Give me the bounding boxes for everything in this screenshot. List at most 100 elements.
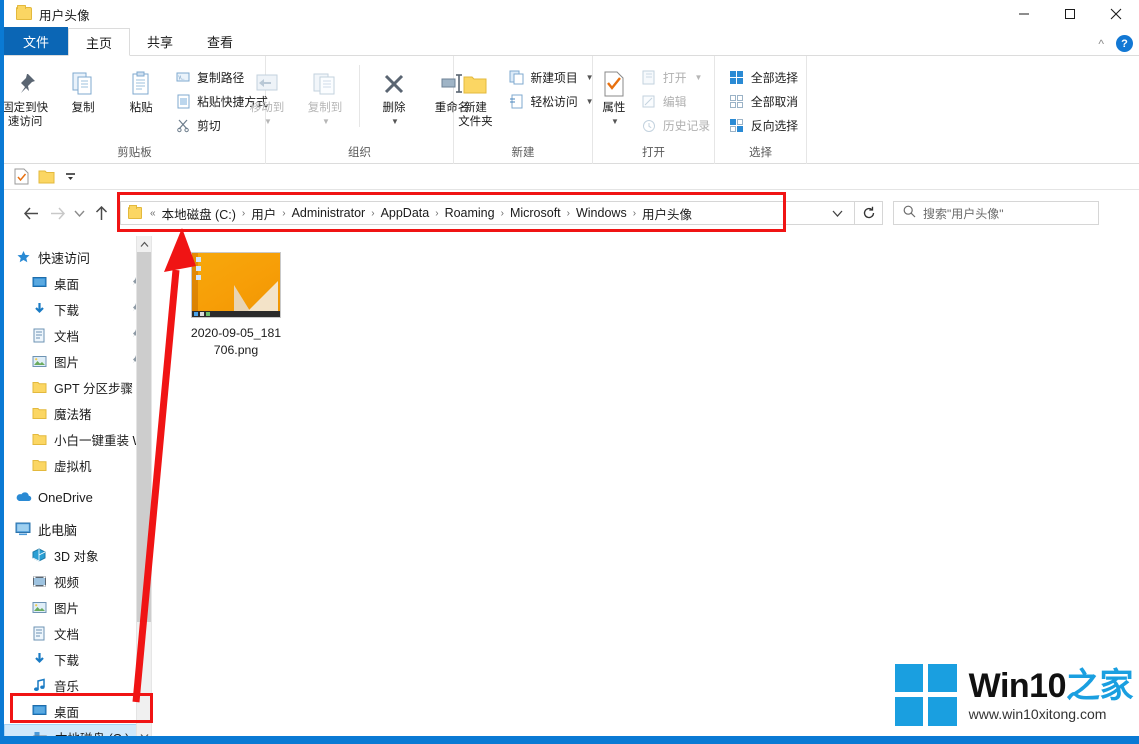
page-title: 用户头像 [39, 8, 90, 23]
breadcrumb-item-7[interactable]: 用户头像 [638, 204, 696, 223]
breadcrumb-item-2[interactable]: Administrator [288, 206, 370, 220]
breadcrumb-separator: › [435, 207, 439, 219]
new-item-label: 新建项目 [530, 70, 578, 85]
sidebar-item-3d-objects[interactable]: 3D 对象 [4, 542, 151, 568]
tab-share[interactable]: 共享 [130, 27, 190, 55]
sidebar-item-mofazhu[interactable]: 魔法猪 [4, 400, 151, 426]
breadcrumb-item-1[interactable]: 用户 [247, 204, 280, 223]
maximize-button[interactable] [1047, 0, 1093, 28]
paste-label: 粘贴 [129, 102, 153, 114]
sidebar-item-documents-pc[interactable]: 文档 [4, 620, 151, 646]
sidebar-item-desktop[interactable]: 桌面 [4, 270, 151, 296]
breadcrumb-dropdown-button[interactable] [824, 202, 850, 224]
taskbar-strip [4, 736, 1139, 744]
sidebar-item-desktop-pc[interactable]: 桌面 [4, 698, 151, 724]
invert-selection-label: 反向选择 [750, 118, 799, 133]
paste-button[interactable]: 粘贴 [112, 61, 170, 115]
recent-locations-button[interactable] [70, 200, 88, 226]
breadcrumb-prefix: « [150, 207, 156, 219]
watermark-brand-cn: 之家 [1066, 666, 1134, 705]
watermark-brand: Win10之家 [968, 666, 1134, 705]
pin-to-quick-access-button[interactable]: 固定到快 速访问 [4, 61, 54, 129]
customize-qat-button[interactable] [64, 170, 77, 183]
invert-selection-icon [729, 117, 745, 133]
easy-access-button[interactable]: 轻松访问 ▼ [503, 90, 598, 112]
new-folder-icon [461, 67, 489, 101]
copy-button[interactable]: 复制 [54, 61, 112, 115]
select-none-label: 全部取消 [750, 94, 799, 109]
scissors-icon [175, 117, 191, 133]
invert-selection-button[interactable]: 反向选择 [724, 114, 803, 136]
properties-quick-button[interactable] [14, 168, 29, 185]
back-button[interactable] [18, 200, 44, 226]
scroll-up-arrow[interactable] [137, 236, 151, 252]
svg-text:\\..: \\.. [178, 75, 185, 81]
sidebar-item-onedrive[interactable]: OneDrive [4, 484, 151, 510]
copy-icon [70, 67, 96, 101]
sidebar-item-music[interactable]: 音乐 [4, 672, 151, 698]
scrollbar-thumb[interactable] [137, 252, 151, 622]
file-explorer-window: 用户头像 文件 主页 共享 查看 ^ ? 固定到快 速访问 复制 粘贴 \\..… [0, 0, 1139, 744]
tab-view[interactable]: 查看 [190, 27, 250, 55]
sidebar-item-downloads-pc[interactable]: 下载 [4, 646, 151, 672]
move-to-button[interactable]: 移动到 ▼ [238, 61, 296, 129]
move-to-label: 移动到 [249, 102, 285, 114]
breadcrumb-separator: › [241, 207, 246, 219]
search-input[interactable]: 搜索"用户头像" [893, 201, 1099, 225]
delete-button[interactable]: 删除 ▼ [365, 61, 423, 129]
list-item[interactable]: 2020-09-05_181 706.png [180, 252, 292, 359]
properties-button[interactable]: 属性 ▼ [592, 61, 636, 129]
sidebar-scrollbar[interactable] [136, 236, 151, 744]
collapse-ribbon-button[interactable]: ^ [1098, 37, 1104, 51]
watermark-url: www.win10xitong.com [968, 705, 1107, 722]
sidebar-label-downloads-pc: 下载 [54, 653, 80, 668]
tab-home[interactable]: 主页 [68, 28, 131, 56]
sidebar-item-downloads[interactable]: 下载 [4, 296, 151, 322]
sidebar-item-this-pc[interactable]: 此电脑 [4, 516, 151, 542]
tab-file[interactable]: 文件 [4, 27, 69, 55]
new-folder-quick-button[interactable] [38, 169, 55, 184]
delete-icon [381, 67, 407, 101]
close-button[interactable] [1093, 0, 1139, 28]
ribbon-group-label-new: 新建 [511, 147, 535, 159]
sidebar-label-videos: 视频 [54, 575, 80, 590]
sidebar-item-videos[interactable]: 视频 [4, 568, 151, 594]
sidebar-item-pictures[interactable]: 图片 [4, 348, 151, 374]
select-none-button[interactable]: 全部取消 [724, 90, 803, 112]
up-button[interactable] [88, 200, 114, 226]
paste-shortcut-icon [175, 93, 191, 109]
open-button[interactable]: 打开 ▼ [636, 66, 715, 88]
sidebar-item-xiaobai[interactable]: 小白一键重装 W [4, 426, 151, 452]
watermark-brand-main: Win10 [968, 666, 1067, 705]
breadcrumb-item-0[interactable]: 本地磁盘 (C:) [158, 204, 240, 223]
refresh-button[interactable] [855, 201, 883, 225]
ribbon-group-label-open: 打开 [642, 147, 665, 159]
breadcrumb-item-5[interactable]: Microsoft [506, 206, 565, 220]
select-all-button[interactable]: 全部选择 [724, 66, 803, 88]
edit-button[interactable]: 编辑 [636, 90, 715, 112]
new-item-button[interactable]: 新建项目 ▼ [503, 66, 598, 88]
sidebar-item-virtual-machine[interactable]: 虚拟机 [4, 452, 151, 478]
breadcrumb-item-3[interactable]: AppData [377, 206, 434, 220]
ribbon-group-new: 新建 文件夹 新建项目 ▼ 轻松访问 ▼ 新建 [454, 56, 594, 164]
pin-icon [12, 67, 38, 101]
videos-icon [30, 575, 48, 588]
copy-to-button[interactable]: 复制到 ▼ [296, 61, 354, 129]
breadcrumb-item-6[interactable]: Windows [572, 206, 631, 220]
sidebar-label-xiaobai: 小白一键重装 W [54, 433, 145, 448]
search-placeholder: 搜索"用户头像" [923, 206, 1004, 221]
sidebar-item-documents[interactable]: 文档 [4, 322, 151, 348]
documents-icon [30, 626, 48, 641]
sidebar-item-gpt-partition[interactable]: GPT 分区步骤 [4, 374, 151, 400]
sidebar-item-quick-access[interactable]: 快速访问 [4, 244, 151, 270]
breadcrumb-item-4[interactable]: Roaming [441, 206, 499, 220]
breadcrumb[interactable]: « 本地磁盘 (C:) › 用户 › Administrator › AppDa… [120, 201, 855, 225]
ribbon-group-label-select: 选择 [749, 147, 772, 159]
sidebar-item-pictures-pc[interactable]: 图片 [4, 594, 151, 620]
forward-button[interactable] [44, 200, 70, 226]
history-button[interactable]: 历史记录 [636, 114, 715, 136]
help-button[interactable]: ? [1116, 35, 1133, 52]
new-folder-button[interactable]: 新建 文件夹 [447, 61, 503, 129]
minimize-button[interactable] [1001, 0, 1047, 28]
watermark: Win10之家 www.win10xitong.com [894, 664, 1134, 726]
